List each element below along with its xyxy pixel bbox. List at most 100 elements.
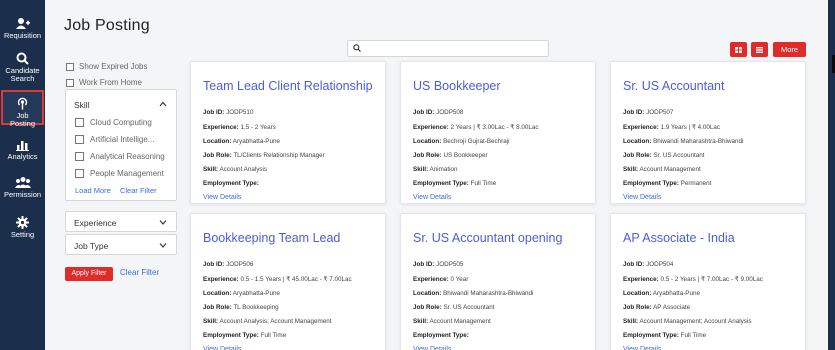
- job-job-role-row: Job Role: TL/Clients Relationship Manage…: [203, 152, 325, 159]
- job-job-id-row: Job ID: JODP506: [203, 261, 253, 268]
- job-job-role-row: Job Role: TL Bookkeeping: [203, 304, 279, 311]
- job-job-role-row: Job Role: Sr. US Accountant: [623, 152, 705, 159]
- job-skill-row: Skill: Account Analysis: [203, 166, 267, 173]
- experience-dropdown[interactable]: Experience: [65, 211, 177, 232]
- field-label: Job Role:: [413, 152, 442, 159]
- field-value: TL/Clients Relationship Manager: [233, 152, 325, 159]
- skill-option[interactable]: Cloud Computing: [75, 118, 152, 127]
- job-card[interactable]: Sr. US Accountant Job ID: JODP507 Experien…: [610, 61, 806, 204]
- checkbox-box[interactable]: [75, 169, 84, 178]
- view-details-link[interactable]: View Details: [623, 346, 661, 350]
- job-employment-type-row: Employment Type: Permanent: [623, 180, 711, 187]
- grid-view-icon: [735, 46, 742, 53]
- apply-filter-button[interactable]: Apply Filter: [65, 267, 113, 281]
- skill-filter-title: Skill: [74, 100, 90, 110]
- load-more-link[interactable]: Load More: [75, 186, 111, 195]
- job-title[interactable]: US Bookkeeper: [413, 79, 501, 93]
- field-value: Bhiwandi Maharashtra-Bhiwandi: [443, 290, 534, 297]
- field-value: Account Management: [429, 318, 491, 325]
- show-expired-label: Show Expired Jobs: [79, 62, 148, 71]
- grid-view-button[interactable]: [730, 42, 747, 57]
- sidebar-item-setting[interactable]: Setting: [0, 216, 45, 239]
- sidebar-item-analytics[interactable]: Analytics: [0, 138, 45, 161]
- job-title[interactable]: Sr. US Accountant opening: [413, 231, 562, 245]
- right-edge-bar: [828, 0, 835, 350]
- field-label: Location:: [413, 290, 442, 297]
- job-employment-type-row: Employment Type:: [413, 332, 469, 339]
- field-value: JODP510: [226, 109, 254, 116]
- field-label: Job ID:: [203, 109, 225, 116]
- skill-option[interactable]: People Management: [75, 169, 164, 178]
- sidebar-item-requisition[interactable]: Requisition: [0, 17, 45, 40]
- job-job-role-row: Job Role: AP Associate: [623, 304, 690, 311]
- checkbox-box[interactable]: [75, 152, 84, 161]
- job-experience-row: Experience: 0.5 - 2 Years | ₹ 7.00Lac - …: [623, 276, 763, 283]
- field-value: Full Time: [680, 332, 707, 339]
- job-type-dropdown[interactable]: Job Type: [65, 234, 177, 255]
- list-view-icon: [756, 46, 763, 53]
- field-label: Skill:: [203, 166, 219, 173]
- field-label: Skill:: [203, 318, 219, 325]
- job-card[interactable]: Team Lead Client Relationship Job ID: JOD…: [190, 61, 386, 204]
- job-location-row: Location: Bechroji Gujrat-Bechraji: [413, 138, 510, 145]
- job-title[interactable]: Team Lead Client Relationship: [203, 79, 373, 93]
- clear-filter-link[interactable]: Clear Filter: [120, 268, 159, 277]
- job-skill-row: Skill: Account Analysis; Account Managem…: [203, 318, 331, 325]
- field-value: Sr. US Accountant: [653, 152, 705, 159]
- sidebar-item-candidate-search[interactable]: Candidate Search: [0, 52, 45, 83]
- view-details-link[interactable]: View Details: [413, 194, 451, 201]
- job-title[interactable]: Bookkeeping Team Lead: [203, 231, 340, 245]
- field-value: JODP506: [226, 261, 254, 268]
- skill-option-label: People Management: [90, 169, 164, 178]
- work-from-home-checkbox[interactable]: Work From Home: [66, 78, 142, 87]
- field-label: Location:: [203, 290, 232, 297]
- checkbox-box[interactable]: [66, 62, 74, 71]
- skill-option[interactable]: Analytical Reasoning: [75, 152, 165, 161]
- view-details-link[interactable]: View Details: [203, 346, 241, 350]
- skill-option-label: Analytical Reasoning: [90, 152, 165, 161]
- skill-filter-links: Load More Clear Filter: [75, 186, 164, 195]
- more-button[interactable]: More: [773, 42, 806, 57]
- checkbox-box[interactable]: [75, 135, 84, 144]
- field-label: Job ID:: [623, 261, 645, 268]
- skill-clear-filter-link[interactable]: Clear Filter: [120, 186, 157, 195]
- field-value: Full Time: [470, 180, 497, 187]
- search-input[interactable]: [347, 40, 549, 57]
- job-experience-row: Experience: 1.5 - 2 Years: [203, 124, 276, 131]
- job-job-id-row: Job ID: JODP507: [623, 109, 673, 116]
- job-title[interactable]: AP Associate - India: [623, 231, 735, 245]
- field-value: Aryabhatta-Pune: [652, 290, 701, 297]
- sidebar-item-permission[interactable]: Permission: [0, 176, 45, 199]
- checkbox-box[interactable]: [66, 78, 74, 87]
- sidebar: Requisition Candidate Search Job Posting…: [0, 0, 45, 350]
- sidebar-item-job-posting[interactable]: Job Posting: [1, 90, 44, 128]
- search-icon: [16, 52, 29, 65]
- job-card[interactable]: US Bookkeeper Job ID: JODP508 Experience: …: [400, 61, 596, 204]
- job-title[interactable]: Sr. US Accountant: [623, 79, 724, 93]
- job-location-row: Location: Aryabhatta-Pune: [203, 138, 280, 145]
- skill-option-label: Cloud Computing: [90, 118, 152, 127]
- field-label: Job Role:: [203, 304, 232, 311]
- view-details-link[interactable]: View Details: [413, 346, 451, 350]
- sidebar-item-label: Setting: [10, 230, 35, 239]
- field-value: JODP504: [646, 261, 674, 268]
- job-card[interactable]: AP Associate - India Job ID: JODP504 Exper…: [610, 213, 806, 350]
- chevron-up-icon[interactable]: [159, 99, 167, 109]
- field-label: Location:: [203, 138, 232, 145]
- list-view-button[interactable]: [751, 42, 768, 57]
- view-details-link[interactable]: View Details: [203, 194, 241, 201]
- skill-option[interactable]: Artificial Intellige...: [75, 135, 154, 144]
- field-value: JODP505: [436, 261, 464, 268]
- field-label: Job Role:: [623, 304, 652, 311]
- field-value: AP Associate: [653, 304, 691, 311]
- job-skill-row: Skill: Account Management; Account Analy…: [623, 318, 751, 325]
- view-details-link[interactable]: View Details: [623, 194, 661, 201]
- field-label: Skill:: [413, 318, 429, 325]
- checkbox-box[interactable]: [75, 118, 84, 127]
- job-card[interactable]: Sr. US Accountant opening Job ID: JODP505…: [400, 213, 596, 350]
- job-job-id-row: Job ID: JODP510: [203, 109, 253, 116]
- field-label: Job ID:: [203, 261, 225, 268]
- show-expired-checkbox[interactable]: Show Expired Jobs: [66, 62, 147, 71]
- job-experience-row: Experience: 2 Years | ₹ 3.00Lac - ₹ 8.00…: [413, 124, 539, 131]
- job-card[interactable]: Bookkeeping Team Lead Job ID: JODP506 Expe…: [190, 213, 386, 350]
